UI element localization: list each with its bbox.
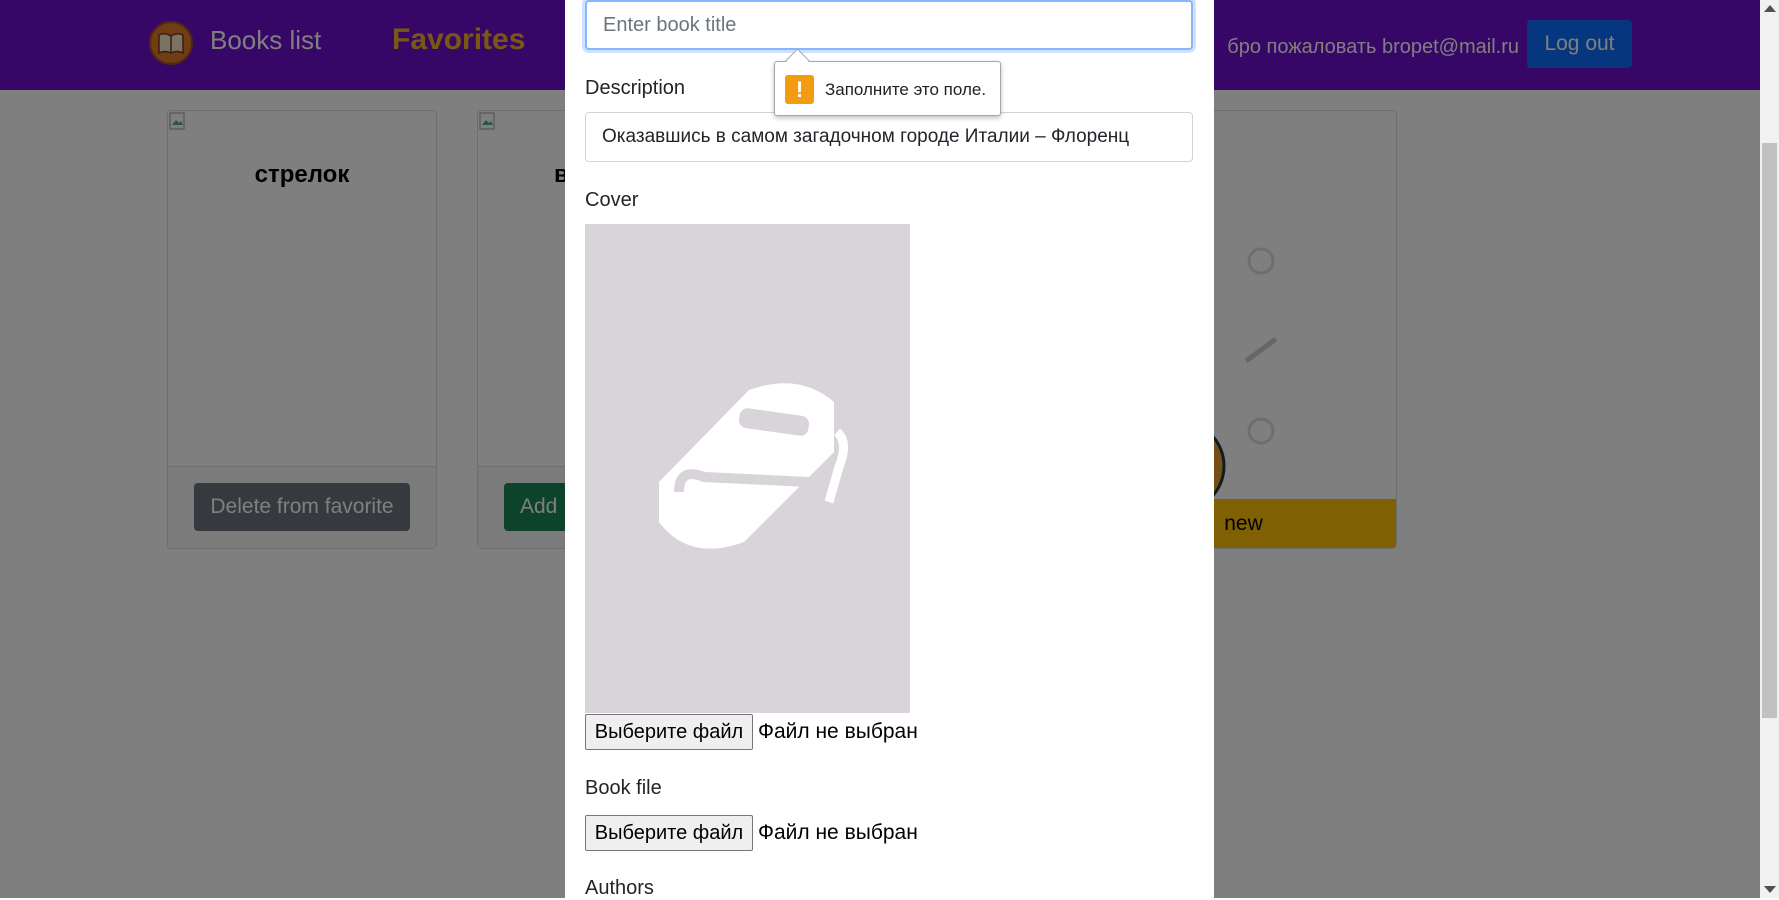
- description-label: Description: [585, 77, 686, 99]
- scroll-up-icon[interactable]: [1764, 5, 1776, 12]
- authors-label: Authors: [585, 877, 654, 899]
- book-placeholder-icon: [659, 383, 848, 549]
- description-input[interactable]: Оказавшись в самом загадочном городе Ита…: [585, 112, 1193, 162]
- add-book-modal: Description Оказавшись в самом загадочно…: [565, 0, 1214, 899]
- cover-label: Cover: [585, 189, 639, 211]
- cover-preview: [585, 224, 910, 713]
- validation-message: Заполните это поле.: [825, 80, 987, 99]
- book-file-status: Файл не выбран: [758, 821, 918, 844]
- validation-tooltip: ! Заполните это поле.: [774, 48, 1001, 116]
- scrollbar[interactable]: [1760, 0, 1779, 898]
- cover-file-status: Файл не выбран: [758, 720, 918, 743]
- book-file-label: Book file: [585, 777, 662, 799]
- warning-icon: !: [785, 75, 814, 104]
- cover-file-button[interactable]: Выберите файл: [585, 714, 753, 750]
- book-title-input[interactable]: [585, 0, 1193, 50]
- scroll-down-icon[interactable]: [1764, 886, 1776, 893]
- book-file-button[interactable]: Выберите файл: [585, 815, 753, 851]
- description-value: Оказавшись в самом загадочном городе Ита…: [602, 126, 1130, 147]
- scroll-thumb[interactable]: [1762, 143, 1777, 718]
